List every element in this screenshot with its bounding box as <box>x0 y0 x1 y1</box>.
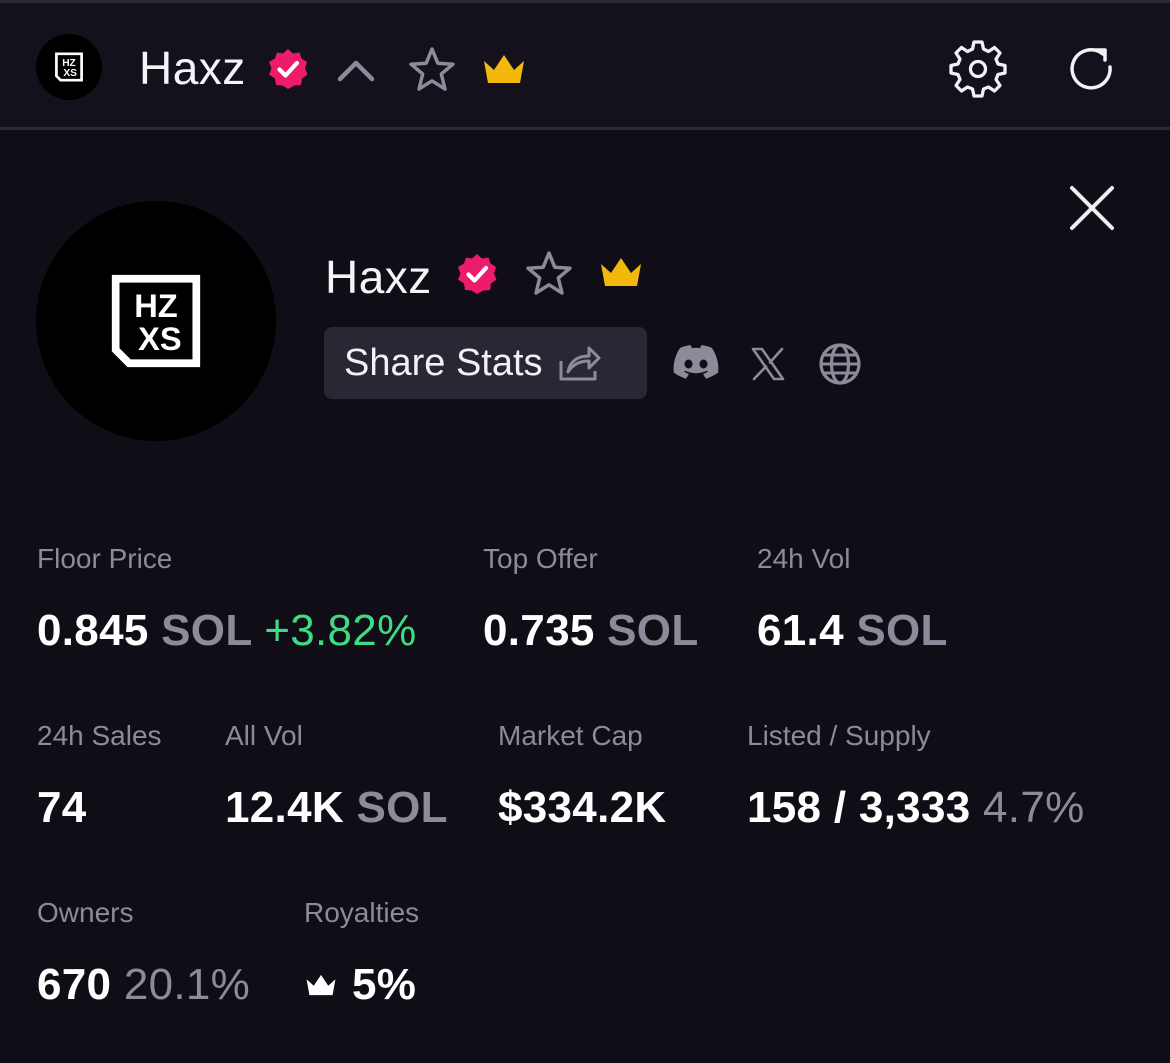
royalties-amount: 5% <box>352 960 417 1009</box>
share-icon <box>557 343 601 383</box>
verified-badge-icon <box>455 252 499 296</box>
all-vol-unit: SOL <box>356 783 448 832</box>
top-bar: HZ XS Haxz <box>0 0 1170 130</box>
x-icon[interactable] <box>748 344 788 384</box>
svg-text:XS: XS <box>138 320 182 357</box>
owners-amount: 670 <box>37 960 112 1009</box>
star-icon[interactable] <box>523 249 575 299</box>
svg-text:HZ: HZ <box>62 58 76 69</box>
all-vol-value: 12.4K SOL <box>225 783 448 833</box>
crown-icon <box>481 51 527 87</box>
haxz-logo-icon: HZ XS <box>111 274 201 368</box>
collection-avatar: HZ XS <box>36 201 276 441</box>
crown-icon <box>598 254 644 290</box>
collection-name: Haxz <box>325 251 432 303</box>
vol-24h-value: 61.4 SOL <box>757 606 948 656</box>
globe-icon[interactable] <box>816 340 864 388</box>
floor-price-unit: SOL <box>161 606 252 655</box>
top-offer-label: Top Offer <box>483 543 598 574</box>
share-stats-button[interactable]: Share Stats <box>324 327 647 399</box>
refresh-icon[interactable] <box>1065 43 1119 97</box>
floor-price-change: +3.82% <box>264 606 417 655</box>
floor-price-value: 0.845 SOL +3.82% <box>37 606 417 656</box>
close-icon[interactable] <box>1066 182 1118 234</box>
chevron-up-icon[interactable] <box>334 51 378 89</box>
floor-price-amount: 0.845 <box>37 606 149 655</box>
collection-avatar-small[interactable]: HZ XS <box>36 34 102 100</box>
top-offer-amount: 0.735 <box>483 606 595 655</box>
sales-24h-value: 74 <box>37 783 87 832</box>
market-cap-label: Market Cap <box>498 720 643 751</box>
royalties-value: 5% <box>304 960 416 1010</box>
haxz-logo-icon: HZ XS <box>55 52 83 82</box>
sales-24h-label: 24h Sales <box>37 720 162 751</box>
vol-24h-unit: SOL <box>856 606 948 655</box>
owners-value: 670 20.1% <box>37 960 250 1010</box>
royalty-crown-icon <box>304 972 338 998</box>
top-offer-unit: SOL <box>607 606 699 655</box>
vol-24h-amount: 61.4 <box>757 606 844 655</box>
listed-supply-label: Listed / Supply <box>747 720 931 751</box>
listed-supply-pct: 4.7% <box>983 783 1085 832</box>
discord-icon[interactable] <box>671 342 721 384</box>
market-cap-value: $334.2K <box>498 783 667 832</box>
owners-pct: 20.1% <box>123 960 251 1009</box>
listed-supply-amount: 158 / 3,333 <box>747 783 971 832</box>
svg-text:HZ: HZ <box>134 287 178 324</box>
share-stats-label: Share Stats <box>344 341 543 384</box>
top-offer-value: 0.735 SOL <box>483 606 699 656</box>
verified-badge-icon <box>266 47 310 91</box>
owners-label: Owners <box>37 897 134 928</box>
listed-supply-value: 158 / 3,333 4.7% <box>747 783 1085 833</box>
star-icon[interactable] <box>406 45 458 95</box>
all-vol-amount: 12.4K <box>225 783 344 832</box>
royalties-label: Royalties <box>304 897 420 928</box>
all-vol-label: All Vol <box>225 720 303 751</box>
gear-icon[interactable] <box>948 39 1008 99</box>
vol-24h-label: 24h Vol <box>757 543 851 574</box>
svg-text:XS: XS <box>63 68 77 79</box>
floor-price-label: Floor Price <box>37 543 173 574</box>
header-collection-name: Haxz <box>139 42 246 94</box>
